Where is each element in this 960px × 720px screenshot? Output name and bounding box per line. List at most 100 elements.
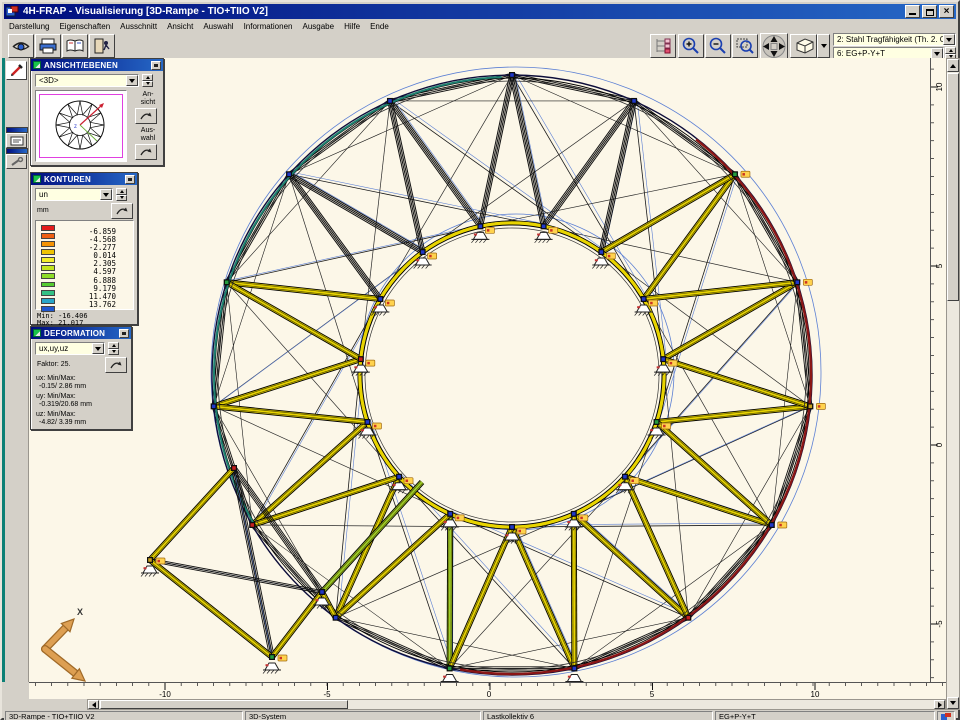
help-button[interactable] [62,34,88,58]
result-combo-arrow-icon[interactable] [943,34,955,45]
legend-swatches [41,225,55,312]
deformation-panel-titlebar[interactable]: DEFORMATION [31,327,131,339]
legend-swatch [41,257,55,263]
ansicht-apply-button[interactable] [135,108,157,124]
zoom-out-button[interactable] [705,34,731,58]
legend-swatch [41,282,55,288]
view-options-button[interactable] [8,34,34,58]
minimized-panel-button[interactable] [6,154,27,169]
window-title: 4H-FRAP - Visualisierung [3D-Rampe - TIO… [23,6,268,17]
quantity-combo-arrow-icon[interactable] [100,189,112,200]
titlebar[interactable]: 4H-FRAP - Visualisierung [3D-Rampe - TIO… [4,4,956,19]
component-combo[interactable]: ux,uy,uz [35,342,105,355]
component-combo-arrow-icon[interactable] [92,343,104,354]
vertical-scrollbar[interactable] [946,58,960,710]
status-loadcase: EG+P-Y+T [715,711,935,720]
menu-item-ausschnitt[interactable]: Ausschnitt [115,22,162,31]
ansicht-panel-titlebar[interactable]: ANSICHT/EBENEN [31,59,163,71]
ansicht-panel-title: ANSICHT/EBENEN [44,61,118,70]
view-combo[interactable]: <3D> [35,74,139,87]
legend-swatch [41,233,55,239]
curved-arrow-icon [139,147,153,157]
deformation-apply-button[interactable] [105,357,127,373]
print-button[interactable] [35,34,61,58]
quantity-spinner[interactable] [116,188,127,201]
faktor-label: Faktor: 25. [37,361,70,369]
pan-control[interactable] [760,33,788,60]
view-spinner[interactable] [142,74,153,87]
konturen-apply-button[interactable] [111,203,133,219]
structure-tree-button[interactable] [650,34,676,58]
zoom-window-button[interactable] [732,34,758,58]
close-button[interactable]: × [939,5,954,18]
legend-value: 13.762 [64,301,116,309]
status-loadcollective: Lastkollektiv 6 [483,711,713,720]
zoom-in-button[interactable] [678,34,704,58]
quantity-combo[interactable]: un [35,188,113,201]
model-viewport[interactable]: XY [29,58,930,682]
horizontal-scroll-thumb[interactable] [100,700,348,709]
quantity-spin-down[interactable] [116,195,127,202]
app-icon [6,6,19,17]
legend-values: -6.859-4.568-2.2770.0142.3054.5976.8889.… [64,228,116,309]
legend-swatch [41,241,55,247]
maximize-button[interactable] [922,5,937,18]
view-3d-button[interactable] [790,34,817,58]
minimized-panel-button[interactable] [6,133,27,148]
menu-item-ansicht[interactable]: Ansicht [162,22,198,31]
konturen-panel-titlebar[interactable]: KONTUREN [31,173,137,185]
menu-item-eigenschaften[interactable]: Eigenschaften [54,22,115,31]
uz-label: uz: Min/Max: [36,411,76,419]
ruler-label: 0 [932,438,946,452]
horizontal-scrollbar[interactable] [87,699,946,710]
auswahl-apply-button[interactable] [135,144,157,160]
panel-icon [33,61,41,69]
menu-item-ende[interactable]: Ende [365,22,394,31]
minimize-button[interactable] [905,5,920,18]
legend-swatch [41,265,55,271]
result-combo[interactable]: 2: Stahl Tragfähigkeit (Th. 2. O [833,33,956,46]
deformation-panel-minimize-button[interactable] [119,329,129,338]
ruler-label: -5 [315,690,339,699]
exit-button[interactable] [89,34,115,58]
scroll-left-arrow[interactable] [88,700,99,709]
menu-item-informationen[interactable]: Informationen [239,22,298,31]
menu-item-auswahl[interactable]: Auswahl [198,22,238,31]
view-3d-dropdown-button[interactable] [817,34,830,58]
uy-value: -0.319/20.68 mm [39,401,92,409]
zoom-in-icon [681,37,701,55]
structure-canvas[interactable]: XY [29,58,930,682]
component-combo-value: ux,uy,uz [36,344,92,353]
component-spin-down[interactable] [108,349,119,356]
tree-icon [653,37,673,55]
result-combo-value: 2: Stahl Tragfähigkeit (Th. 2. O [834,35,943,44]
ansicht-panel-minimize-button[interactable] [151,61,161,70]
quantity-combo-value: un [36,190,100,199]
tool-icon [10,157,24,167]
view-preview-thumbnail: z [40,95,122,157]
pan-arrows-icon [761,34,787,59]
curved-arrow-icon [109,360,123,370]
ruler-label: 5 [932,259,946,273]
statusbar: 3D-Rampe - TIO+TIIO V2 3D-System Lastkol… [4,710,956,720]
view-spin-down[interactable] [142,81,153,88]
view-preview[interactable]: z [35,90,127,162]
uz-value: -4.82/ 3.39 mm [39,419,86,427]
menu-item-darstellung[interactable]: Darstellung [4,22,54,31]
vertical-scroll-thumb[interactable] [947,73,959,301]
scroll-down-arrow[interactable] [947,697,959,709]
edit-mode-button[interactable] [6,61,27,80]
minimized-panel-lasten[interactable] [6,127,28,148]
component-spinner[interactable] [108,342,119,355]
minimized-panel-werkzeug[interactable] [6,148,28,169]
scroll-right-arrow[interactable] [934,700,945,709]
book-icon [65,38,85,54]
dialog-icon [10,136,24,146]
view-combo-arrow-icon[interactable] [126,75,138,86]
scroll-up-arrow[interactable] [947,59,959,72]
ansicht-ebenen-panel: ANSICHT/EBENEN <3D> z An- sicht Aus- wah… [30,58,164,166]
konturen-panel-minimize-button[interactable] [125,175,135,184]
menu-item-ausgabe[interactable]: Ausgabe [297,22,339,31]
zoom-out-icon [708,37,728,55]
menu-item-hilfe[interactable]: Hilfe [339,22,365,31]
